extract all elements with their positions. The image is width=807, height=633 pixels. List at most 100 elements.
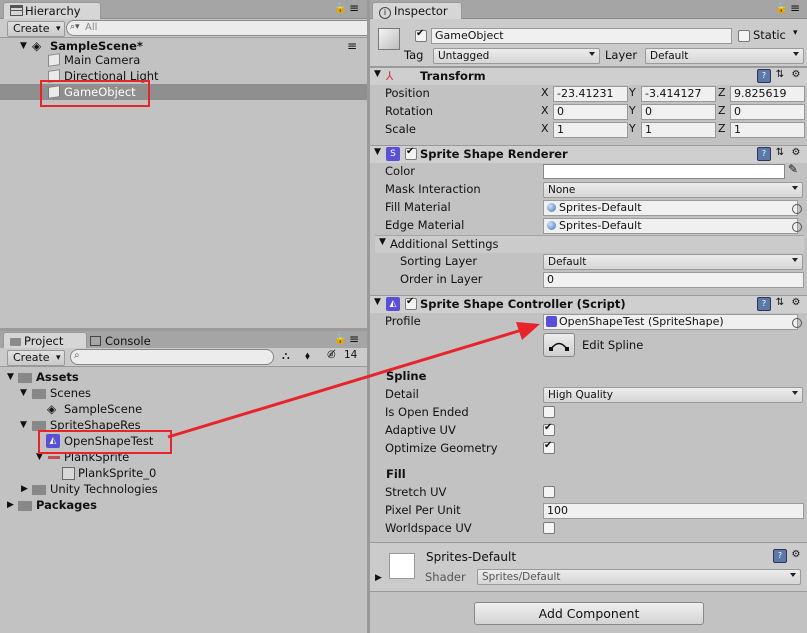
transform-header[interactable]: ▼ ⅄ Transform ? ⇅ ⚙ bbox=[370, 67, 807, 85]
hidden-packages-icon[interactable]: ◎̸ bbox=[327, 349, 336, 360]
object-picker-icon[interactable] bbox=[792, 318, 802, 328]
gameobject-highlight-box bbox=[40, 80, 150, 107]
settings-icon[interactable]: ⇅ bbox=[774, 69, 786, 81]
object-picker-icon[interactable] bbox=[792, 222, 802, 232]
detail-dropdown[interactable]: High Quality bbox=[543, 387, 803, 403]
search-icon: ⌕ bbox=[74, 350, 80, 361]
optimize-geometry-checkbox[interactable] bbox=[543, 440, 555, 454]
expand-toggle[interactable]: ▼ bbox=[7, 369, 14, 385]
foldout-toggle[interactable]: ▼ bbox=[374, 297, 381, 307]
scale-x-field[interactable]: 1 bbox=[553, 122, 628, 138]
object-name-field[interactable]: GameObject bbox=[431, 28, 732, 44]
layer-dropdown[interactable]: Default bbox=[645, 48, 804, 64]
object-picker-icon[interactable] bbox=[792, 204, 802, 214]
gear-icon[interactable]: ⚙ bbox=[790, 549, 802, 561]
unity-scene-icon: ◈ bbox=[47, 402, 57, 416]
hierarchy-create-button[interactable]: Create bbox=[7, 21, 65, 37]
project-search-input[interactable]: ⌕ bbox=[70, 349, 274, 365]
tab-hierarchy[interactable]: Hierarchy bbox=[3, 2, 101, 19]
add-component-button[interactable]: Add Component bbox=[474, 602, 704, 625]
tree-item-planksprite-0[interactable]: PlankSprite_0 bbox=[0, 465, 367, 481]
folder-icon bbox=[32, 389, 46, 399]
project-create-button[interactable]: Create bbox=[7, 350, 65, 366]
sprite-shape-controller-header[interactable]: ▼ ◭ Sprite Shape Controller (Script) ? ⇅… bbox=[370, 295, 807, 313]
position-x-field[interactable]: -23.41231 bbox=[553, 86, 628, 102]
is-open-ended-label: Is Open Ended bbox=[385, 405, 469, 419]
help-icon[interactable]: ? bbox=[757, 297, 771, 311]
vertical-splitter[interactable] bbox=[367, 0, 370, 633]
shader-dropdown[interactable]: Sprites/Default bbox=[477, 569, 801, 585]
pixel-per-unit-field[interactable]: 100 bbox=[543, 503, 804, 519]
gear-icon[interactable]: ⚙ bbox=[790, 147, 802, 159]
adaptive-uv-checkbox[interactable] bbox=[543, 422, 555, 436]
edit-spline-button[interactable] bbox=[543, 333, 575, 357]
tree-item-samplescene[interactable]: ◈ SampleScene bbox=[0, 401, 367, 417]
tree-item-assets[interactable]: ▼ Assets bbox=[0, 369, 367, 385]
worldspace-uv-label: Worldspace UV bbox=[385, 521, 472, 535]
lock-icon[interactable]: 🔒 bbox=[334, 3, 346, 14]
tab-inspector[interactable]: i Inspector bbox=[372, 2, 462, 19]
position-y-field[interactable]: -3.414127 bbox=[641, 86, 716, 102]
tree-label: Assets bbox=[36, 370, 79, 384]
scale-y-field[interactable]: 1 bbox=[641, 122, 716, 138]
profile-field[interactable]: OpenShapeTest (SpriteShape) bbox=[543, 314, 798, 330]
fill-material-field[interactable]: Sprites-Default bbox=[543, 200, 798, 216]
expand-toggle[interactable]: ▼ bbox=[20, 385, 27, 401]
gear-icon[interactable]: ⚙ bbox=[790, 297, 802, 309]
static-label: Static bbox=[753, 28, 786, 42]
foldout-toggle[interactable]: ▼ bbox=[374, 69, 381, 79]
eyedropper-icon[interactable]: ✎ bbox=[788, 162, 798, 176]
menu-icon[interactable]: ≡ bbox=[790, 1, 800, 15]
mask-interaction-dropdown[interactable]: None bbox=[543, 182, 803, 198]
gear-icon[interactable]: ⚙ bbox=[790, 69, 802, 81]
expand-toggle[interactable]: ▶ bbox=[21, 481, 28, 497]
filter-by-type-icon[interactable]: ⛬ bbox=[282, 349, 290, 363]
rotation-z-field[interactable]: 0 bbox=[730, 104, 805, 120]
help-icon[interactable]: ? bbox=[773, 549, 787, 563]
sprite-shape-renderer-header[interactable]: ▼ S Sprite Shape Renderer ? ⇅ ⚙ bbox=[370, 145, 807, 163]
foldout-toggle[interactable]: ▼ bbox=[374, 147, 381, 157]
tree-item-packages[interactable]: ▶ Packages bbox=[0, 497, 367, 513]
sorting-layer-dropdown[interactable]: Default bbox=[543, 254, 803, 270]
additional-settings-foldout[interactable]: ▼ Additional Settings bbox=[375, 235, 804, 253]
static-checkbox[interactable] bbox=[738, 30, 750, 42]
is-open-ended-checkbox[interactable] bbox=[543, 406, 555, 418]
foldout-toggle[interactable]: ▼ bbox=[379, 237, 386, 247]
tab-console[interactable]: Console bbox=[90, 333, 151, 349]
menu-icon[interactable]: ≡ bbox=[349, 1, 359, 15]
tag-dropdown[interactable]: Untagged bbox=[433, 48, 600, 64]
hierarchy-search-input[interactable]: ⌕▾ All bbox=[66, 20, 378, 36]
help-icon[interactable]: ? bbox=[757, 147, 771, 161]
settings-icon[interactable]: ⇅ bbox=[774, 297, 786, 309]
filter-by-label-icon[interactable]: ⬧ bbox=[305, 349, 310, 363]
order-in-layer-field[interactable]: 0 bbox=[543, 272, 804, 288]
menu-icon[interactable]: ≡ bbox=[349, 332, 359, 346]
gameobject-cube-icon[interactable] bbox=[378, 28, 400, 50]
tree-item-scenes[interactable]: ▼ Scenes bbox=[0, 385, 367, 401]
rotation-y-field[interactable]: 0 bbox=[641, 104, 716, 120]
expand-toggle[interactable]: ▶ bbox=[7, 497, 14, 513]
rotation-x-field[interactable]: 0 bbox=[553, 104, 628, 120]
axis-x-label: X bbox=[541, 122, 549, 135]
renderer-enabled-checkbox[interactable] bbox=[405, 146, 417, 160]
lock-icon[interactable]: 🔒 bbox=[334, 334, 346, 345]
color-field[interactable] bbox=[543, 164, 785, 179]
static-dropdown-icon[interactable]: ▾ bbox=[793, 28, 798, 38]
active-checkbox[interactable] bbox=[415, 28, 427, 42]
worldspace-uv-checkbox[interactable] bbox=[543, 522, 555, 534]
help-icon[interactable]: ? bbox=[757, 69, 771, 83]
tab-project[interactable]: Project bbox=[3, 332, 87, 349]
expand-toggle[interactable]: ▼ bbox=[20, 417, 27, 433]
edge-material-field[interactable]: Sprites-Default bbox=[543, 218, 798, 234]
scale-z-field[interactable]: 1 bbox=[730, 122, 805, 138]
controller-enabled-checkbox[interactable] bbox=[405, 296, 417, 310]
foldout-toggle[interactable]: ▶ bbox=[375, 573, 382, 583]
detail-label: Detail bbox=[385, 387, 419, 401]
tag-label: Tag bbox=[404, 48, 424, 62]
lock-icon[interactable]: 🔒 bbox=[775, 3, 787, 14]
tree-item-unity-technologies[interactable]: ▶ Unity Technologies bbox=[0, 481, 367, 497]
hierarchy-item-main-camera[interactable]: Main Camera bbox=[0, 52, 367, 68]
settings-icon[interactable]: ⇅ bbox=[774, 147, 786, 159]
stretch-uv-checkbox[interactable] bbox=[543, 486, 555, 498]
position-z-field[interactable]: 9.825619 bbox=[730, 86, 805, 102]
